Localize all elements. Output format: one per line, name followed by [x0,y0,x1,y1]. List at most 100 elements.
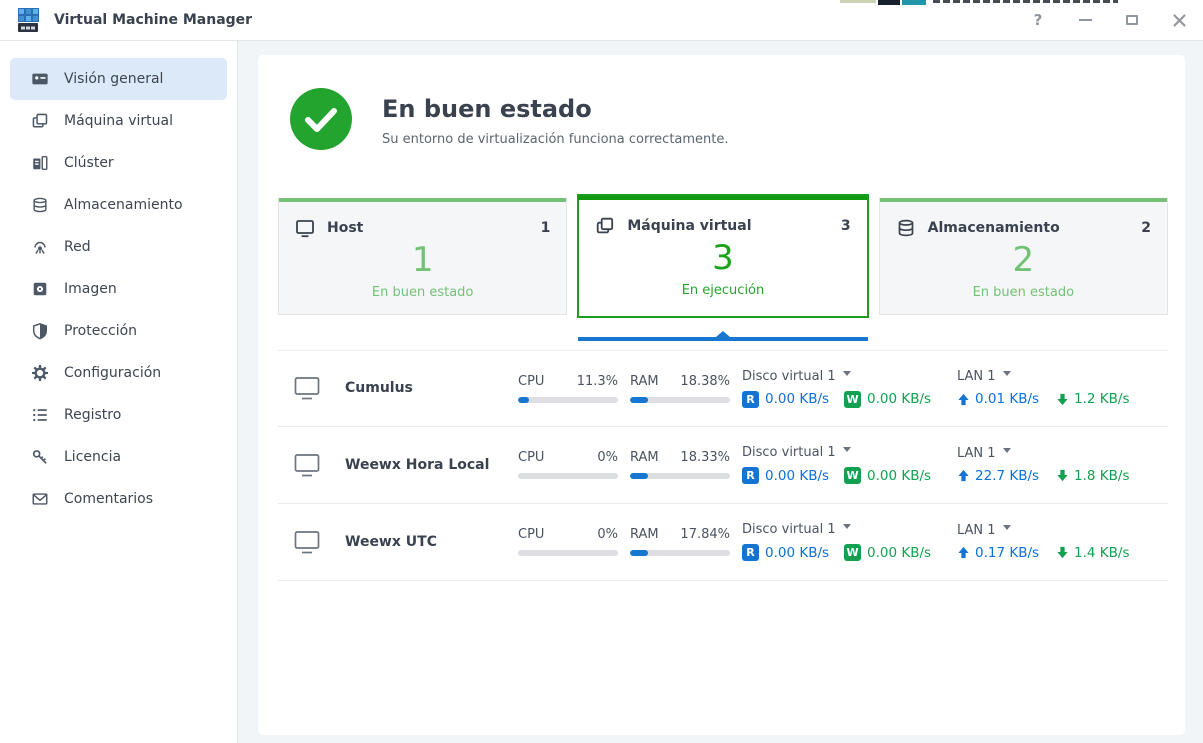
chevron-down-icon [1003,525,1011,530]
sidebar-item-network[interactable]: Red [10,226,227,268]
lan-selector[interactable]: LAN 1 [957,523,1011,538]
read-badge: R [742,544,759,561]
card-status: En buen estado [279,285,566,300]
vm-row-weewx-utc[interactable]: Weewx UTC CPU0% RAM17.84% Disco virtual … [278,504,1168,581]
sidebar-item-label: Máquina virtual [64,113,173,129]
card-storage[interactable]: Almacenamiento 2 2 En buen estado [879,198,1168,315]
lan-up-value: 0.01 KB/s [975,391,1039,407]
disk-block: Disco virtual 1 R 0.00 KB/s W 0.00 KB/s [742,369,945,408]
status-subtitle: Su entorno de virtualización funciona co… [382,132,729,147]
sidebar-item-label: Comentarios [64,491,153,507]
lan-block: LAN 1 22.7 KB/s 1.8 KB/s [957,446,1168,484]
ram-stat: RAM18.33% [630,450,730,479]
vm-table: Cumulus CPU11.3% RAM18.38% Disco virtual… [278,350,1168,581]
cpu-value: 0% [597,450,618,465]
ram-value: 18.38% [680,374,730,389]
card-virtual-machine[interactable]: Máquina virtual 3 3 En ejecución [577,194,868,318]
vm-copy-icon [595,216,615,236]
overview-panel: En buen estado Su entorno de virtualizac… [258,55,1185,735]
chevron-down-icon [843,371,851,376]
card-count: 3 [841,218,851,234]
sidebar-item-license[interactable]: Licencia [10,436,227,478]
window-controls: ? [1030,12,1187,28]
disk-read-value: 0.00 KB/s [765,468,829,484]
cluster-icon [30,153,50,173]
vm-monitor-icon [293,529,321,555]
title-bar: Virtual Machine Manager ? [0,0,1203,41]
shield-icon [30,321,50,341]
summary-cards: Host 1 1 En buen estado Máquina virtual … [278,194,1168,315]
card-host[interactable]: Host 1 1 En buen estado [278,198,567,315]
read-badge: R [742,391,759,408]
sidebar-item-cluster[interactable]: Clúster [10,142,227,184]
lan-selector-label: LAN 1 [957,446,996,461]
envelope-icon [30,489,50,509]
disk-read-value: 0.00 KB/s [765,391,829,407]
disk-selector[interactable]: Disco virtual 1 [742,522,851,537]
cpu-progressbar [518,397,618,403]
close-icon[interactable] [1171,12,1187,28]
lan-selector[interactable]: LAN 1 [957,446,1011,461]
app-title: Virtual Machine Manager [54,12,252,28]
upload-arrow-icon [957,469,970,482]
sidebar-item-settings[interactable]: Configuración [10,352,227,394]
disk-selector-label: Disco virtual 1 [742,369,836,384]
selected-card-indicator-row [278,329,1168,341]
sidebar-item-virtual-machine[interactable]: Máquina virtual [10,100,227,142]
ram-label: RAM [630,374,659,389]
ram-label: RAM [630,527,659,542]
maximize-icon[interactable] [1124,12,1140,28]
download-arrow-icon [1056,393,1069,406]
storage-icon [30,195,50,215]
sidebar-item-label: Red [64,239,91,255]
lan-down-value: 1.2 KB/s [1074,391,1129,407]
card-count: 1 [541,220,551,236]
lan-selector[interactable]: LAN 1 [957,369,1011,384]
upload-arrow-icon [957,393,970,406]
disk-selector[interactable]: Disco virtual 1 [742,445,851,460]
disk-block: Disco virtual 1 R 0.00 KB/s W 0.00 KB/s [742,522,945,561]
sidebar: Visión general Máquina virtual Clúster A… [0,41,238,743]
health-status-header: En buen estado Su entorno de virtualizac… [258,55,1185,154]
sidebar-item-protection[interactable]: Protección [10,310,227,352]
sidebar-item-overview[interactable]: Visión general [10,58,227,100]
vm-row-cumulus[interactable]: Cumulus CPU11.3% RAM18.38% Disco virtual… [278,350,1168,427]
vm-monitor-icon [293,375,321,401]
cpu-label: CPU [518,450,544,465]
cpu-stat: CPU11.3% [518,374,618,403]
chevron-down-icon [843,447,851,452]
cpu-stat: CPU 0% [518,450,618,479]
cpu-progressbar [518,550,618,556]
disk-write-value: 0.00 KB/s [867,468,931,484]
disk-selector-label: Disco virtual 1 [742,445,836,460]
disk-selector-label: Disco virtual 1 [742,522,836,537]
lan-up-value: 0.17 KB/s [975,545,1039,561]
lan-selector-label: LAN 1 [957,523,996,538]
sidebar-item-label: Clúster [64,155,114,171]
ram-label: RAM [630,450,659,465]
sidebar-item-image[interactable]: Imagen [10,268,227,310]
monitor-icon [295,218,315,238]
lan-down-value: 1.4 KB/s [1074,545,1129,561]
status-title: En buen estado [382,95,729,123]
virtual-machine-icon [30,111,50,131]
help-icon[interactable]: ? [1030,12,1046,28]
gear-icon [30,363,50,383]
sidebar-item-label: Registro [64,407,121,423]
minimize-icon[interactable] [1077,12,1093,28]
card-count: 2 [1141,220,1151,236]
sidebar-item-log[interactable]: Registro [10,394,227,436]
ram-value: 17.84% [680,527,730,542]
ram-progressbar [630,473,730,479]
vm-name: Weewx Hora Local [345,457,494,473]
disk-block: Disco virtual 1 R 0.00 KB/s W 0.00 KB/s [742,445,945,484]
write-badge: W [844,467,861,484]
ram-stat: RAM 18.38% [630,374,730,403]
card-title: Host [327,220,363,236]
disk-selector[interactable]: Disco virtual 1 [742,369,851,384]
vm-row-weewx-hora-local[interactable]: Weewx Hora Local CPU 0% RAM18.33% Disco v… [278,427,1168,504]
cpu-label: CPU [518,374,544,389]
chevron-down-icon [1003,371,1011,376]
sidebar-item-storage[interactable]: Almacenamiento [10,184,227,226]
sidebar-item-feedback[interactable]: Comentarios [10,478,227,520]
